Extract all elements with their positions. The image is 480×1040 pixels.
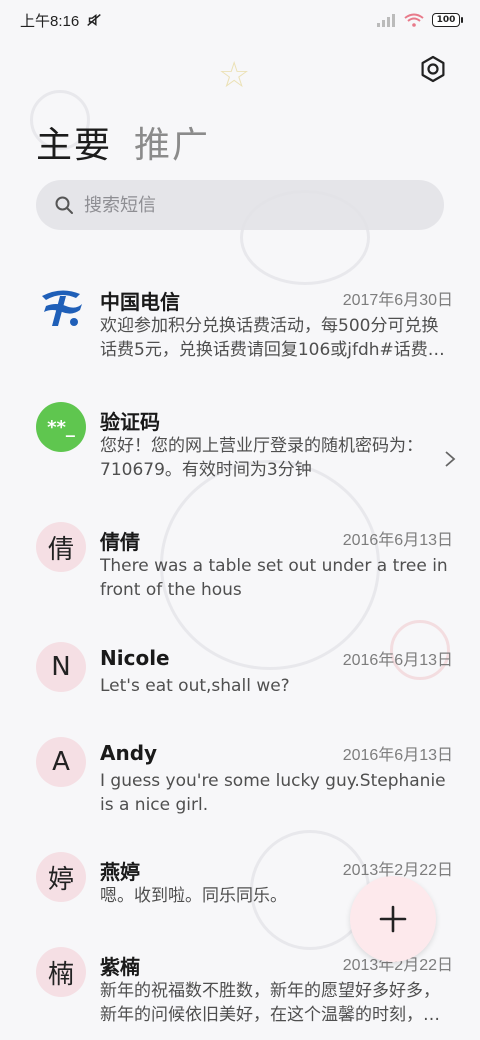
avatar: **_ (36, 402, 86, 452)
contact-name: Andy (100, 741, 158, 765)
message-preview: 新年的祝福数不胜数，新年的愿望好多好多，新年的问候依旧美好，在这个温馨的时刻，… (100, 981, 440, 1025)
avatar: 楠 (36, 947, 86, 997)
search-bar[interactable] (36, 180, 444, 230)
telecom-logo-icon (42, 290, 82, 326)
battery-icon: 100 (432, 13, 463, 27)
wifi-icon (404, 13, 424, 27)
settings-button[interactable] (416, 52, 450, 86)
message-preview: There was a table set out under a tree i… (100, 556, 448, 600)
message-preview: 您好！您的网上营业厅登录的随机密码为：710679。有效时间为3分钟 (100, 436, 423, 480)
tab-promotions[interactable]: 推广 (134, 116, 210, 168)
conversation-item[interactable]: 中国电信 2017年6月30日 欢迎参加积分兑换话费活动，每500分可兑换话费5… (0, 270, 480, 380)
contact-name: 紫楠 (100, 955, 140, 979)
conversation-item[interactable]: N Nicole 2016年6月13日 Let's eat out,shall … (0, 630, 480, 740)
avatar: N (36, 642, 86, 692)
contact-name: 中国电信 (100, 290, 180, 314)
gear-icon (421, 55, 445, 83)
plus-icon (379, 905, 407, 933)
chevron-right-icon[interactable] (444, 450, 456, 468)
tab-primary[interactable]: 主要 (36, 116, 112, 168)
message-date: 2016年6月13日 (342, 747, 453, 764)
message-date: 2016年6月13日 (342, 532, 453, 549)
contact-name: Nicole (100, 646, 170, 670)
mute-icon (87, 14, 101, 26)
contact-name: 燕婷 (100, 860, 140, 884)
message-preview: Let's eat out,shall we? (100, 676, 290, 696)
message-date: 2017年6月30日 (342, 292, 453, 309)
contact-name: 倩倩 (100, 530, 140, 554)
conversation-item[interactable]: **_ 验证码 您好！您的网上营业厅登录的随机密码为：710679。有效时间为3… (0, 390, 480, 500)
avatar: A (36, 737, 86, 787)
contact-name: 验证码 (100, 410, 160, 434)
compose-button[interactable] (350, 876, 436, 962)
search-icon (55, 196, 73, 214)
message-preview: I guess you're some lucky guy.Stephanie … (100, 771, 446, 815)
avatar: 婷 (36, 852, 86, 902)
star-icon: ☆ (218, 55, 251, 96)
signal-icon (377, 14, 395, 27)
conversation-item[interactable]: 倩 倩倩 2016年6月13日 There was a table set ou… (0, 510, 480, 620)
battery-level: 100 (436, 15, 456, 25)
avatar: 倩 (36, 522, 86, 572)
tab-bar: 主要 推广 (36, 116, 210, 168)
message-date: 2016年6月13日 (342, 652, 453, 669)
conversation-item[interactable]: A Andy 2016年6月13日 I guess you're some lu… (0, 725, 480, 835)
message-preview: 欢迎参加积分兑换话费活动，每500分可兑换话费5元，兑换话费请回复106或jfd… (100, 316, 445, 360)
search-input[interactable] (84, 194, 404, 216)
status-time: 上午8:16 (20, 12, 80, 30)
avatar (36, 282, 86, 332)
status-bar: 上午8:16 100 (0, 0, 480, 40)
